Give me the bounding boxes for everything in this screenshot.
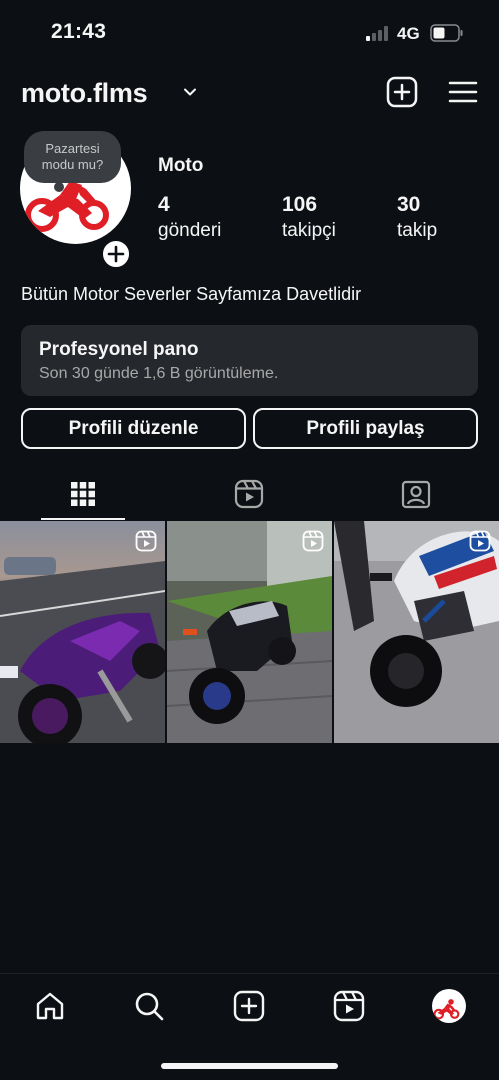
active-tab-indicator (41, 518, 125, 520)
profile-display-name: Moto (158, 155, 204, 176)
post-thumbnail[interactable] (334, 521, 499, 743)
home-icon (36, 992, 64, 1020)
reels-icon (234, 479, 264, 509)
dashboard-title: Profesyonel pano (39, 339, 199, 360)
stat-posts[interactable]: 4 gönderi (158, 193, 221, 242)
stat-label: gönderi (158, 220, 222, 241)
network-type: 4G (397, 24, 420, 43)
username-switcher[interactable]: moto.flms (21, 78, 148, 109)
stat-value: 106 (282, 193, 318, 216)
stat-value: 4 (158, 193, 170, 216)
stat-following[interactable]: 30 takip (397, 193, 437, 242)
tagged-icon (401, 480, 431, 509)
reel-badge-icon (135, 530, 157, 552)
tab-posts-grid[interactable] (0, 467, 166, 521)
tab-tagged[interactable] (333, 467, 499, 521)
status-bar: 21:43 4G (0, 0, 499, 66)
profile-tabs (0, 467, 499, 521)
profile-note-bubble[interactable]: Pazartesi modu mu? (24, 131, 121, 192)
create-icon (233, 990, 265, 1022)
nav-profile[interactable] (431, 988, 467, 1024)
plus-icon (107, 245, 125, 263)
stat-followers[interactable]: 106 takipçi (282, 193, 336, 242)
search-icon (135, 992, 164, 1021)
stat-label: takip (397, 220, 438, 241)
home-indicator[interactable] (161, 1063, 338, 1069)
grid-icon (71, 482, 95, 506)
moto-logo-icon (433, 999, 460, 1020)
stat-label: takipçi (282, 220, 336, 241)
battery-icon (430, 24, 463, 42)
nav-home[interactable] (32, 988, 68, 1024)
nav-search[interactable] (131, 988, 167, 1024)
black-motorcycle-image (167, 521, 332, 743)
reel-badge-icon (302, 530, 324, 552)
posts-grid (0, 521, 499, 743)
share-profile-button[interactable]: Profili paylaş (253, 408, 478, 449)
hamburger-menu-icon[interactable] (447, 76, 479, 108)
profile-bio: Bütün Motor Severler Sayfamıza Davetlidi… (21, 284, 362, 304)
chevron-down-icon[interactable] (182, 84, 198, 100)
professional-dashboard[interactable]: Profesyonel pano Son 30 günde 1,6 B görü… (21, 325, 478, 396)
create-plus-icon[interactable] (386, 76, 418, 108)
add-story-button[interactable] (100, 238, 132, 270)
nav-create[interactable] (231, 988, 267, 1024)
edit-profile-button[interactable]: Profili düzenle (21, 408, 246, 449)
stat-value: 30 (397, 193, 421, 216)
post-thumbnail[interactable] (167, 521, 332, 743)
signal-strength-icon (366, 26, 390, 41)
profile-avatar (432, 989, 466, 1023)
purple-motorcycle-image (0, 521, 165, 743)
reels-icon (333, 990, 365, 1022)
white-bmw-motorcycle-image (334, 521, 499, 743)
nav-reels[interactable] (331, 988, 367, 1024)
reel-badge-icon (469, 530, 491, 552)
profile-header: moto.flms (0, 70, 499, 116)
status-time: 21:43 (51, 20, 107, 43)
note-text: Pazartesi modu mu? (41, 141, 104, 172)
post-thumbnail[interactable] (0, 521, 165, 743)
tab-reels[interactable] (166, 467, 332, 521)
dashboard-subtitle: Son 30 günde 1,6 B görüntüleme. (39, 365, 279, 382)
